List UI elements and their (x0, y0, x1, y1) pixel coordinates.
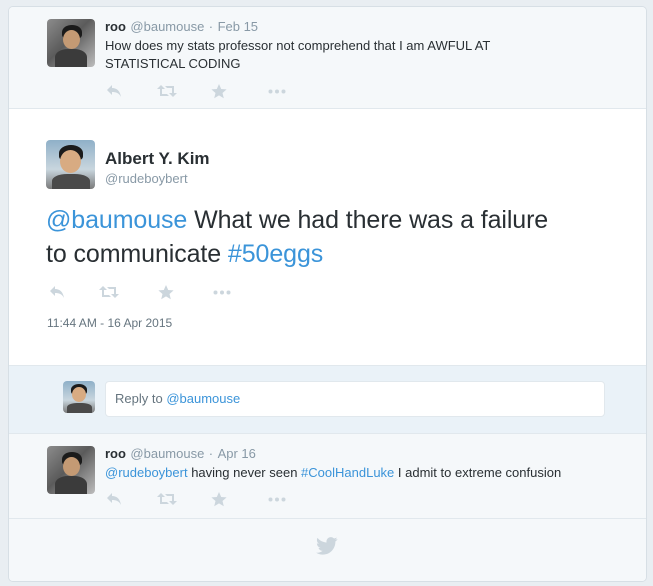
reply-icon[interactable] (102, 81, 126, 101)
avatar[interactable] (47, 19, 95, 67)
author-name[interactable]: roo (105, 19, 126, 34)
author-handle[interactable]: @baumouse (130, 446, 204, 461)
tweet-text: @baumouse What we had there was a failur… (46, 203, 626, 271)
author-handle[interactable]: @rudeboybert (105, 171, 188, 186)
author-name[interactable]: Albert Y. Kim (105, 149, 210, 169)
star-icon[interactable] (154, 282, 178, 302)
retweet-icon[interactable] (155, 489, 179, 509)
more-icon[interactable] (265, 81, 289, 101)
tweet-text: How does my stats professor not comprehe… (105, 37, 625, 73)
avatar (63, 381, 95, 413)
tweet-text-line: STATISTICAL CODING (105, 56, 241, 71)
more-icon[interactable] (210, 282, 234, 302)
retweet-icon[interactable] (155, 81, 179, 101)
tweet-text-segment: I admit to extreme confusion (394, 465, 562, 480)
avatar[interactable] (46, 140, 95, 189)
retweet-icon[interactable] (97, 282, 121, 302)
tweet-date[interactable]: Apr 16 (218, 446, 256, 461)
reply-icon[interactable] (45, 282, 69, 302)
tweet-text: @rudeboybert having never seen #CoolHand… (105, 464, 635, 482)
separator: · (208, 446, 214, 461)
conversation-panel: roo @baumouse · Feb 15 How does my stats… (8, 6, 647, 582)
author-name[interactable]: roo (105, 446, 126, 461)
ancestor-tweet[interactable]: roo @baumouse · Feb 15 How does my stats… (9, 7, 646, 108)
tweet-text-line: How does my stats professor not comprehe… (105, 38, 491, 53)
separator: · (208, 19, 214, 34)
reply-input[interactable]: Reply to @baumouse (105, 381, 605, 417)
hashtag-link[interactable]: #50eggs (228, 240, 323, 268)
reply-placeholder-handle: @baumouse (166, 391, 241, 406)
tweet-text-segment: having never seen (187, 465, 302, 480)
reply-placeholder: Reply to (115, 391, 167, 406)
avatar[interactable] (47, 446, 95, 494)
hashtag-link[interactable]: #CoolHandLuke (301, 465, 394, 480)
star-icon[interactable] (207, 81, 231, 101)
tweet-actions (45, 282, 245, 302)
tweet-actions (102, 81, 302, 101)
tweet-text-segment: What we had there was a failure (187, 206, 549, 234)
reply-tweet[interactable]: roo @baumouse · Apr 16 @rudeboybert havi… (9, 434, 646, 518)
more-icon[interactable] (265, 489, 289, 509)
mention-link[interactable]: @baumouse (46, 206, 187, 234)
star-icon[interactable] (207, 489, 231, 509)
reply-icon[interactable] (102, 489, 126, 509)
tweet-text-segment: to communicate (46, 240, 228, 268)
tweet-date[interactable]: Feb 15 (218, 19, 258, 34)
tweet-timestamp[interactable]: 11:44 AM - 16 Apr 2015 (47, 316, 172, 330)
twitter-bird-icon (316, 537, 338, 555)
mention-link[interactable]: @rudeboybert (105, 465, 188, 480)
tweet-actions (102, 489, 302, 509)
author-handle[interactable]: @baumouse (130, 19, 204, 34)
